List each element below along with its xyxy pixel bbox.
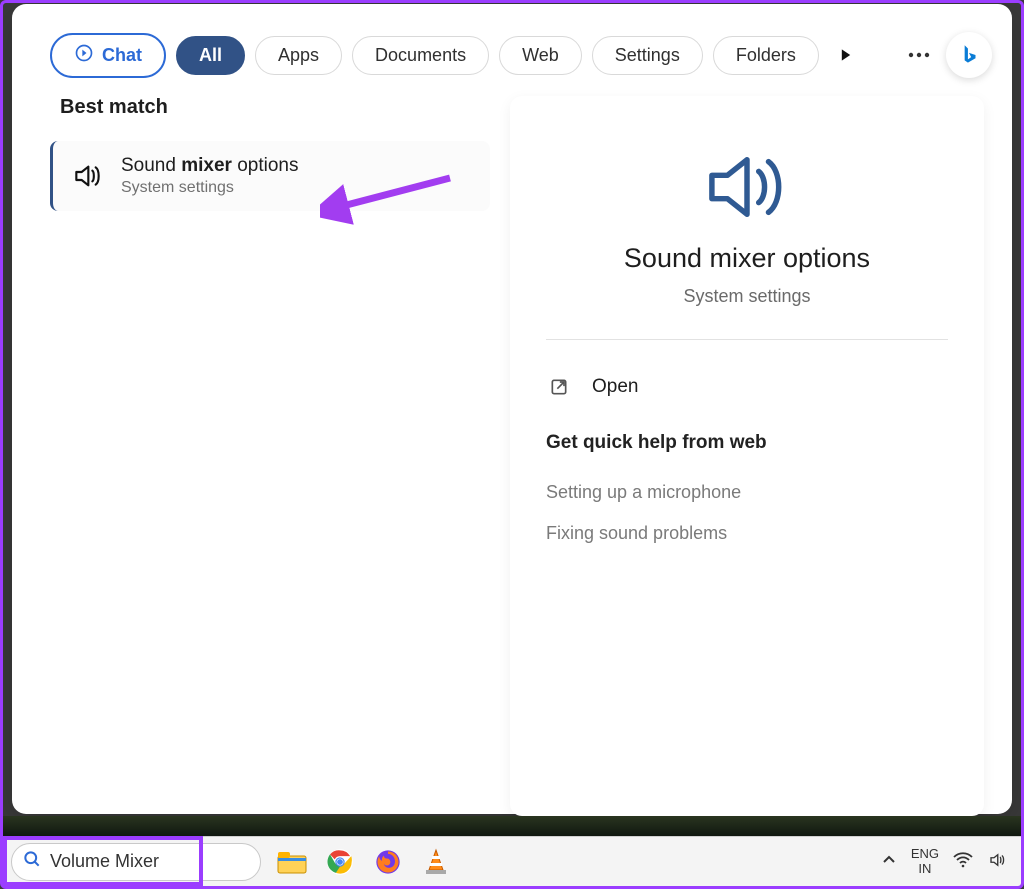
chrome-icon[interactable] [323, 845, 357, 879]
bing-chat-icon [74, 43, 94, 68]
system-tray: ENG IN [881, 847, 1013, 876]
filter-documents[interactable]: Documents [352, 36, 489, 75]
results-left-column: Best match Sound mixer options System se… [50, 96, 490, 816]
file-explorer-icon[interactable] [275, 845, 309, 879]
more-options-icon[interactable] [902, 38, 936, 72]
vlc-icon[interactable] [419, 845, 453, 879]
result-sound-mixer-options[interactable]: Sound mixer options System settings [50, 141, 490, 211]
filter-bar: Chat All Apps Documents Web Settings Fol… [12, 4, 1012, 96]
bing-button[interactable] [946, 32, 992, 78]
best-match-heading: Best match [50, 96, 490, 119]
details-panel: Sound mixer options System settings Open… [510, 96, 984, 816]
desktop-background-strip [3, 816, 1021, 836]
tray-overflow-chevron-icon[interactable] [881, 852, 897, 871]
search-flyout: Chat All Apps Documents Web Settings Fol… [12, 4, 1012, 814]
details-title: Sound mixer options [624, 243, 870, 274]
help-header: Get quick help from web [546, 432, 948, 454]
filter-web[interactable]: Web [499, 36, 582, 75]
filter-chat-label: Chat [102, 45, 142, 66]
filter-apps[interactable]: Apps [255, 36, 342, 75]
divider [546, 339, 948, 340]
speaker-icon [69, 160, 105, 192]
filters-overflow-arrow[interactable] [829, 38, 863, 72]
open-external-icon [548, 376, 570, 398]
taskbar: ENG IN [3, 836, 1021, 886]
taskbar-search-input[interactable] [50, 851, 282, 872]
speaker-large-icon [699, 148, 795, 231]
firefox-icon[interactable] [371, 845, 405, 879]
filter-all[interactable]: All [176, 36, 245, 75]
details-subtitle: System settings [683, 286, 810, 307]
help-link-sound-problems[interactable]: Fixing sound problems [546, 513, 948, 554]
result-title: Sound mixer options [121, 155, 298, 177]
result-text: Sound mixer options System settings [121, 155, 298, 197]
help-link-microphone[interactable]: Setting up a microphone [546, 472, 948, 513]
filter-chat[interactable]: Chat [50, 33, 166, 78]
filter-settings[interactable]: Settings [592, 36, 703, 75]
taskbar-search-box[interactable] [11, 843, 261, 881]
result-subtitle: System settings [121, 179, 298, 197]
action-open[interactable]: Open [546, 366, 948, 408]
volume-icon[interactable] [987, 851, 1007, 872]
results-content: Best match Sound mixer options System se… [12, 96, 1012, 836]
search-icon [22, 849, 42, 874]
wifi-icon[interactable] [953, 852, 973, 871]
action-open-label: Open [592, 376, 638, 398]
filter-folders[interactable]: Folders [713, 36, 819, 75]
language-indicator[interactable]: ENG IN [911, 847, 939, 876]
